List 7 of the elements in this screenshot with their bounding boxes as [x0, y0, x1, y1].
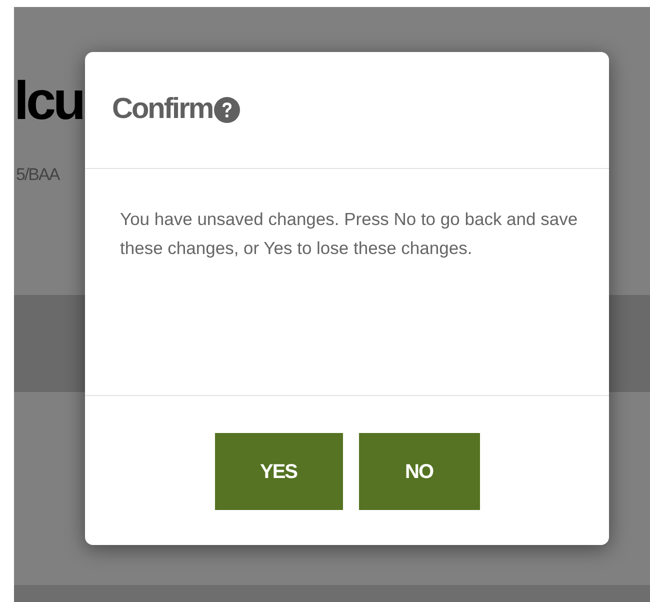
help-icon — [212, 96, 241, 124]
dialog-button[interactable]: YES — [214, 433, 342, 510]
dialog-button[interactable]: NO — [358, 433, 480, 510]
page-subtitle: 5/BAA — [16, 164, 60, 186]
page-heading: lcu — [14, 74, 84, 128]
dialog-message: You have unsaved changes. Press No to go back and save these changes, or Yes to lose these changes. — [120, 208, 579, 260]
dialog-title: Confirm — [112, 92, 213, 128]
